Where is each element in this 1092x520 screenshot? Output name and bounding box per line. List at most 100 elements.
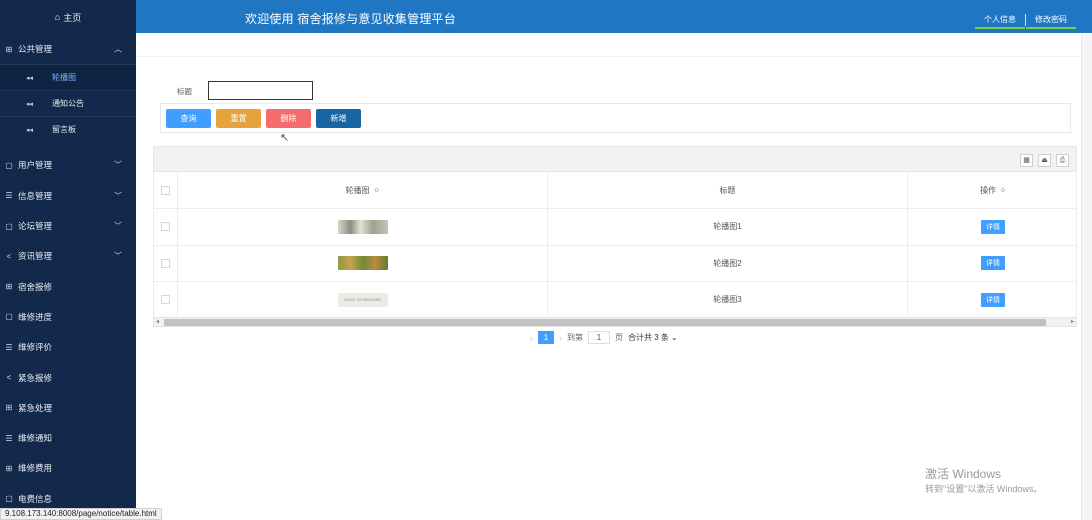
sidebar-subitem-label: 留言板	[52, 125, 76, 135]
mouse-cursor-icon: ↖	[280, 132, 290, 144]
row-select-cell	[154, 245, 178, 281]
book-icon: ▢	[5, 221, 13, 231]
sidebar-group-users[interactable]: ▢ 用户管理 ﹀	[0, 150, 136, 180]
sidebar-group-forum[interactable]: ▢ 论坛管理 ﹀	[0, 211, 136, 241]
goto-page-input[interactable]: 1	[588, 331, 610, 344]
prev-page-icon[interactable]: ‹	[530, 333, 533, 343]
profile-link[interactable]: 个人信息	[975, 13, 1025, 29]
grid-icon: ⊞	[5, 44, 13, 54]
sidebar-item-repair-review[interactable]: ☰ 维修评价	[0, 332, 136, 362]
delete-button[interactable]: 删除	[266, 109, 311, 128]
scroll-right-icon[interactable]: ▸	[1071, 318, 1074, 326]
sidebar: ⌂ 主页 ⊞ 公共管理 ︿ ◂◂ 轮播图 ◂◂ 通知公告 ◂◂ 留言板 ▢ 用户…	[0, 0, 136, 520]
add-button[interactable]: 新增	[316, 109, 361, 128]
sidebar-group-label: 公共管理	[18, 44, 53, 55]
sort-icon[interactable]: ≎	[374, 186, 380, 194]
sidebar-subitem-messageboard[interactable]: ◂◂ 留言板	[0, 116, 136, 142]
title-cell: 轮播图1	[548, 209, 908, 245]
detail-button[interactable]: 详情	[981, 256, 1005, 271]
sidebar-subitem-notice[interactable]: ◂◂ 通知公告	[0, 90, 136, 116]
chevron-down-icon: ⌄	[670, 333, 678, 342]
sidebar-item-label: 维修通知	[18, 433, 53, 444]
page-number-current[interactable]: 1	[538, 331, 554, 344]
next-page-icon[interactable]: ›	[559, 333, 562, 343]
sidebar-item-repair-cost[interactable]: ⊞ 维修费用	[0, 453, 136, 483]
row-checkbox[interactable]	[161, 295, 170, 305]
chevron-down-icon: ﹀	[114, 160, 122, 170]
title-search-label: 标题	[177, 87, 192, 96]
scroll-left-icon[interactable]: ◂	[156, 318, 159, 326]
table-horizontal-scrollbar[interactable]: ◂ ▸	[153, 317, 1077, 327]
sidebar-subitem-label: 通知公告	[52, 99, 84, 109]
sidebar-subitem-label: 轮播图	[52, 73, 76, 83]
sidebar-group-label: 用户管理	[18, 160, 53, 171]
detail-button[interactable]: 详情	[981, 219, 1005, 234]
sidebar-group-public[interactable]: ⊞ 公共管理 ︿	[0, 34, 136, 64]
sidebar-group-label: 论坛管理	[18, 221, 53, 232]
goto-label: 到第	[567, 333, 583, 342]
sort-icon[interactable]: ≎	[1000, 186, 1006, 194]
sidebar-group-info[interactable]: ☰ 信息管理 ﹀	[0, 181, 136, 211]
sidebar-group-label: 资讯管理	[18, 251, 53, 262]
chevron-up-icon: ︿	[114, 44, 122, 54]
windows-activation-hint: 转到"设置"以激活 Windows。	[925, 484, 1043, 494]
double-left-arrow-icon: ◂◂	[26, 126, 34, 134]
sidebar-item-label: 紧急报修	[18, 372, 53, 383]
sidebar-item-label: 维修进度	[18, 311, 53, 322]
sidebar-item-label: 维修评价	[18, 342, 53, 353]
row-checkbox[interactable]	[161, 222, 170, 232]
carousel-thumbnail[interactable]: CLICK TO BROWSE	[337, 292, 388, 307]
sidebar-item-label: 宿舍报修	[18, 281, 53, 292]
carousel-thumbnail[interactable]	[337, 219, 388, 234]
print-icon[interactable]: ⎙	[1056, 154, 1069, 167]
select-all-cell	[154, 172, 178, 208]
app-root: ⌂ 主页 ⊞ 公共管理 ︿ ◂◂ 轮播图 ◂◂ 通知公告 ◂◂ 留言板 ▢ 用户…	[0, 0, 1092, 520]
sidebar-item-repair-notice[interactable]: ☰ 维修通知	[0, 423, 136, 453]
column-header-actions[interactable]: 操作 ≎	[908, 172, 1078, 208]
double-left-arrow-icon: ◂◂	[26, 100, 34, 108]
sidebar-item-urgent-handle[interactable]: ⊞ 紧急处理	[0, 393, 136, 423]
carousel-thumbnail[interactable]	[337, 256, 388, 271]
column-header-image[interactable]: 轮播图 ≎	[178, 172, 548, 208]
sidebar-item-label: 紧急处理	[18, 402, 53, 413]
image-cell	[178, 245, 548, 281]
sidebar-item-urgent-repair[interactable]: < 紧急报修	[0, 362, 136, 392]
windows-activation-watermark: 激活 Windows	[925, 467, 1002, 481]
sidebar-group-news[interactable]: < 资讯管理 ﹀	[0, 241, 136, 271]
change-password-link[interactable]: 修改密码	[1026, 13, 1076, 29]
sidebar-item-dorm-repair[interactable]: ⊞ 宿舍报修	[0, 271, 136, 301]
table-header-row: 轮播图 ≎ 标题 操作 ≎	[153, 172, 1077, 209]
sidebar-item-repair-progress[interactable]: ▢ 维修进度	[0, 302, 136, 332]
detail-button[interactable]: 详情	[981, 292, 1005, 307]
total-count-label: 合计共 3 条	[628, 333, 669, 342]
export-icon[interactable]: ⏏	[1038, 154, 1051, 167]
column-header-label: 操作	[980, 185, 997, 195]
share-icon: <	[6, 251, 12, 261]
query-button[interactable]: 查询	[166, 109, 211, 128]
image-cell	[178, 209, 548, 245]
list-icon: ☰	[5, 342, 13, 352]
scrollbar-thumb[interactable]	[164, 319, 1046, 326]
page-vertical-scrollbar[interactable]	[1081, 35, 1092, 520]
title-search-input[interactable]	[208, 81, 313, 100]
column-filter-icon[interactable]: ▦	[1020, 154, 1033, 167]
grid-icon: ⊞	[5, 282, 13, 292]
chevron-down-icon: ﹀	[114, 221, 122, 231]
list-icon: ☰	[5, 433, 13, 443]
row-checkbox[interactable]	[161, 258, 170, 268]
chevron-down-icon: ﹀	[114, 191, 122, 201]
table-row: 轮播图1 详情	[153, 209, 1077, 246]
column-header-label: 轮播图	[345, 185, 370, 195]
pagination: ‹ 1 › 到第 1 页 合计共 3 条 ⌄	[530, 331, 678, 344]
sidebar-subitem-carousel[interactable]: ◂◂ 轮播图	[0, 64, 136, 91]
chevron-down-icon: ﹀	[114, 251, 122, 261]
row-select-cell	[154, 282, 178, 318]
page-size-select[interactable]: 合计共 3 条 ⌄	[628, 332, 678, 343]
select-all-checkbox[interactable]	[161, 185, 170, 195]
reset-button[interactable]: 重置	[216, 109, 261, 128]
sidebar-home[interactable]: ⌂ 主页	[0, 0, 136, 34]
book-icon: ▢	[5, 160, 13, 170]
table-row: CLICK TO BROWSE 轮播图3 详情	[153, 282, 1077, 319]
sidebar-home-label: 主页	[63, 12, 82, 23]
sidebar-group-label: 信息管理	[18, 190, 53, 201]
